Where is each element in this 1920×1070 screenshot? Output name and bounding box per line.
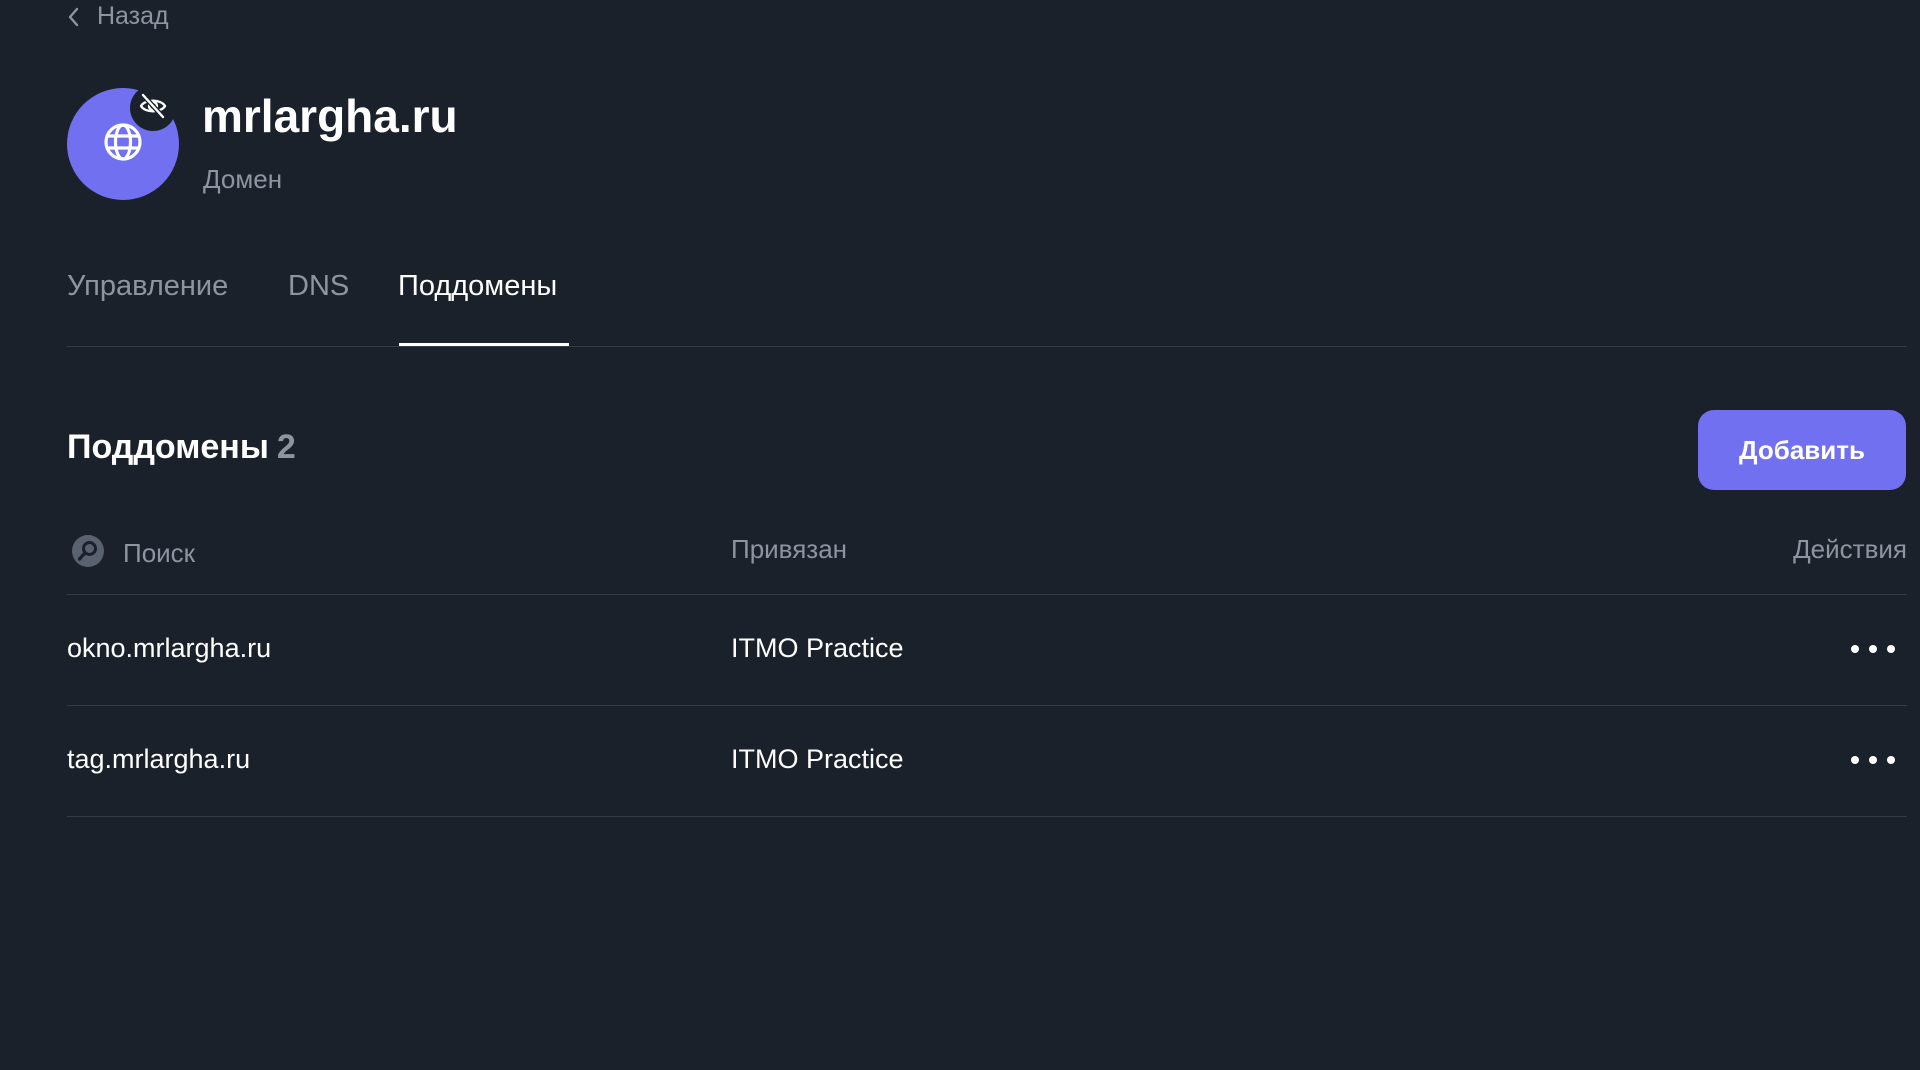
row-actions-button[interactable] xyxy=(1851,742,1895,778)
page-title: mrlargha.ru xyxy=(202,90,458,142)
globe-icon xyxy=(102,121,144,168)
more-icon-dot xyxy=(1887,645,1895,653)
subdomain-name[interactable]: okno.mrlargha.ru xyxy=(67,633,271,664)
search-box xyxy=(71,534,623,573)
table-row: tag.mrlargha.ru ITMO Practice xyxy=(67,706,1907,817)
back-label: Назад xyxy=(97,2,169,30)
back-link[interactable]: Назад xyxy=(67,2,169,31)
search-icon xyxy=(71,534,105,573)
section-title-label: Поддомены xyxy=(67,428,269,466)
more-icon-dot xyxy=(1869,645,1877,653)
tab-management[interactable]: Управление xyxy=(67,270,228,303)
subdomain-bound: ITMO Practice xyxy=(731,633,904,663)
tab-bar: Управление DNS Поддомены xyxy=(67,260,1907,347)
subdomain-bound: ITMO Practice xyxy=(731,744,904,774)
table-header: Привязан Действия xyxy=(67,512,1907,595)
chevron-left-icon xyxy=(67,7,79,27)
column-header-actions: Действия xyxy=(1793,534,1907,564)
tab-subdomains[interactable]: Поддомены xyxy=(398,270,557,303)
tab-dns[interactable]: DNS xyxy=(288,270,349,303)
visibility-badge xyxy=(130,85,176,131)
row-actions-button[interactable] xyxy=(1851,631,1895,667)
page: Назад mrlargha.ru Домен Управление DNS П… xyxy=(0,0,1920,1070)
add-button[interactable]: Добавить xyxy=(1698,410,1906,490)
eye-off-icon xyxy=(138,91,168,126)
section-title: Поддомены 2 xyxy=(67,428,296,467)
more-icon-dot xyxy=(1887,756,1895,764)
subdomain-count: 2 xyxy=(276,428,296,466)
column-header-bound: Привязан xyxy=(731,534,848,564)
more-horizontal-icon xyxy=(1851,756,1859,764)
active-tab-indicator xyxy=(399,343,569,346)
subdomains-table: Привязан Действия okno.mrlargha.ru ITMO … xyxy=(67,512,1907,817)
more-horizontal-icon xyxy=(1851,645,1859,653)
subdomain-name[interactable]: tag.mrlargha.ru xyxy=(67,744,250,775)
more-icon-dot xyxy=(1869,756,1877,764)
table-row: okno.mrlargha.ru ITMO Practice xyxy=(67,595,1907,706)
page-subtitle: Домен xyxy=(203,164,283,194)
search-input[interactable] xyxy=(123,538,623,569)
